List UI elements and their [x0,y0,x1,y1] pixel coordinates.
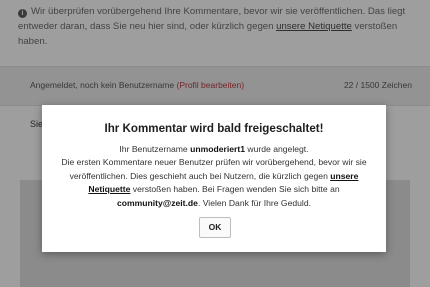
dialog-text: wurde angelegt. [245,144,309,154]
username: unmoderiert1 [190,144,246,154]
dialog-text: Ihr Benutzername [119,144,191,154]
ok-button[interactable]: OK [199,217,231,238]
dialog-text: . Vielen Dank für Ihre Geduld. [197,197,312,208]
community-email[interactable]: community@zeit.de [117,198,198,208]
dialog-text: verstoßen haben. Bei Fragen wenden Sie s… [130,184,340,195]
dialog-title: Ihr Kommentar wird bald freigeschaltet! [104,122,324,135]
confirmation-dialog: Ihr Kommentar wird bald freigeschaltet! … [42,105,386,252]
dialog-text: Die ersten Kommentare neuer Benutzer prü… [61,157,367,181]
dialog-body: Ihr Benutzername unmoderiert1 wurde ange… [52,143,376,210]
